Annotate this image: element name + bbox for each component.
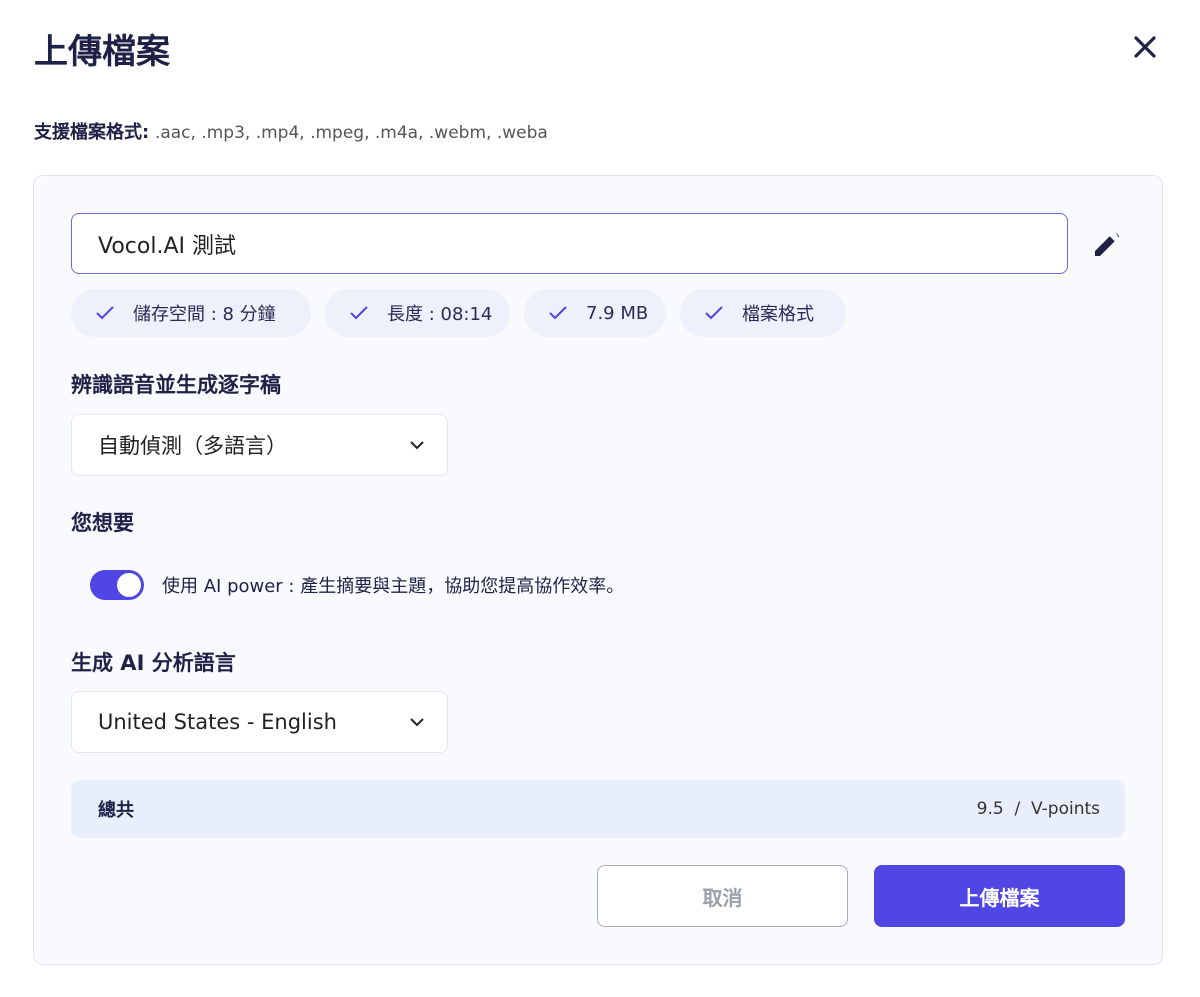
toggle-knob — [117, 573, 141, 597]
formats-label: 支援檔案格式: — [34, 122, 150, 143]
ai-power-label: 使用 AI power : 產生摘要與主題，協助您提高協作效率。 — [162, 576, 625, 597]
chip-storage: 儲存空間 : 8 分鐘 — [71, 289, 311, 337]
chip-label: 儲存空間 : 8 分鐘 — [133, 304, 276, 325]
chevron-down-icon — [410, 441, 424, 450]
upload-button[interactable]: 上傳檔案 — [874, 865, 1125, 927]
file-name-input[interactable] — [71, 213, 1068, 274]
dialog-title: 上傳檔案 — [34, 32, 170, 72]
total-value: 9.5 / V-points — [976, 799, 1100, 819]
pencil-icon[interactable] — [1091, 228, 1123, 260]
chip-duration: 長度 : 08:14 — [325, 289, 510, 337]
transcription-heading: 辨識語音並生成逐字稿 — [71, 373, 281, 397]
transcription-language-select[interactable]: 自動偵測（多語言） — [71, 414, 448, 476]
options-heading: 您想要 — [71, 511, 134, 535]
check-icon — [350, 306, 368, 320]
chip-label: 7.9 MB — [586, 302, 649, 324]
supported-formats: 支援檔案格式: .aac, .mp3, .mp4, .mpeg, .m4a, .… — [34, 118, 548, 144]
total-label: 總共 — [98, 800, 134, 821]
total-bar: 總共 9.5 / V-points — [71, 780, 1125, 838]
chip-format: 檔案格式 — [680, 289, 846, 337]
cancel-button[interactable]: 取消 — [597, 865, 848, 927]
check-icon — [549, 306, 567, 320]
select-value: 自動偵測（多語言） — [98, 434, 287, 458]
check-icon — [705, 306, 723, 320]
check-icon — [96, 306, 114, 320]
chip-label: 檔案格式 — [742, 304, 814, 325]
ai-language-select[interactable]: United States - English — [71, 691, 448, 753]
chip-label: 長度 : 08:14 — [387, 304, 493, 325]
formats-value: .aac, .mp3, .mp4, .mpeg, .m4a, .webm, .w… — [154, 123, 548, 143]
ai-language-heading: 生成 AI 分析語言 — [71, 651, 236, 675]
select-value: United States - English — [98, 710, 337, 734]
ai-power-toggle[interactable] — [90, 570, 144, 600]
close-icon[interactable] — [1128, 30, 1162, 64]
chevron-down-icon — [410, 718, 424, 727]
chip-size: 7.9 MB — [524, 289, 666, 337]
